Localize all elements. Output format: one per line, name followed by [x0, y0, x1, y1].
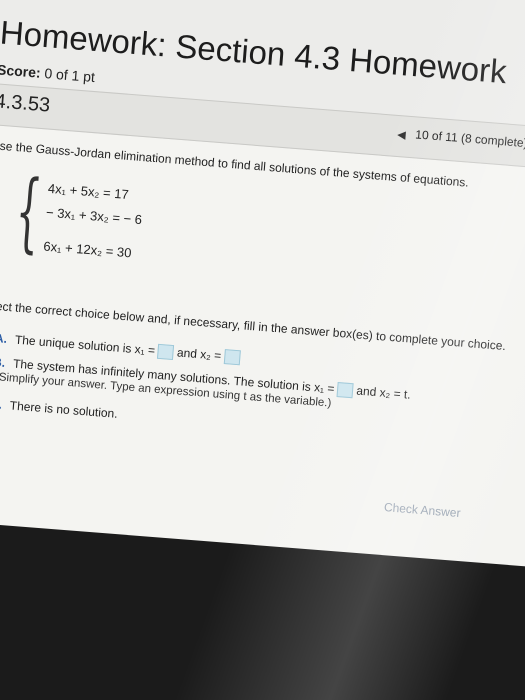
choice-c[interactable]: C. There is no solution. — [0, 395, 118, 421]
question-progress[interactable]: 10 of 11 (8 complete) — [415, 127, 525, 150]
equation-2: − 3x₁ + 3x₂ = − 6 — [45, 204, 143, 228]
choice-b-letter: B. — [0, 354, 6, 370]
score: Score: 0 of 1 pt — [0, 61, 96, 85]
choice-c-letter: C. — [0, 396, 3, 412]
question-number: 4.3.53 — [0, 90, 51, 117]
answer-box-x1-a[interactable] — [157, 344, 175, 361]
check-answer-link[interactable]: Check Answer — [383, 500, 461, 520]
answer-box-x2-a[interactable] — [223, 349, 241, 366]
answer-box-x1-b[interactable] — [336, 382, 354, 399]
choice-b-tail: and x₂ = t. — [355, 383, 412, 402]
choice-a-text: The unique solution is x₁ = — [14, 332, 156, 358]
choice-c-text: There is no solution. — [9, 398, 119, 421]
choice-a-mid: and x₂ = — [176, 345, 222, 363]
choice-a-letter: A. — [0, 331, 8, 346]
score-label: Score: — [0, 61, 42, 81]
prev-question-icon[interactable]: ◀ — [397, 128, 406, 142]
brace-icon: { — [12, 161, 45, 264]
equation-3: 6x₁ + 12x₂ = 30 — [42, 238, 132, 261]
homework-screen: Homework: Section 4.3 Homework Score: 0 … — [0, 0, 525, 569]
equation-1: 4x₁ + 5x₂ = 17 — [47, 180, 130, 203]
score-value: 0 of 1 pt — [43, 65, 96, 86]
